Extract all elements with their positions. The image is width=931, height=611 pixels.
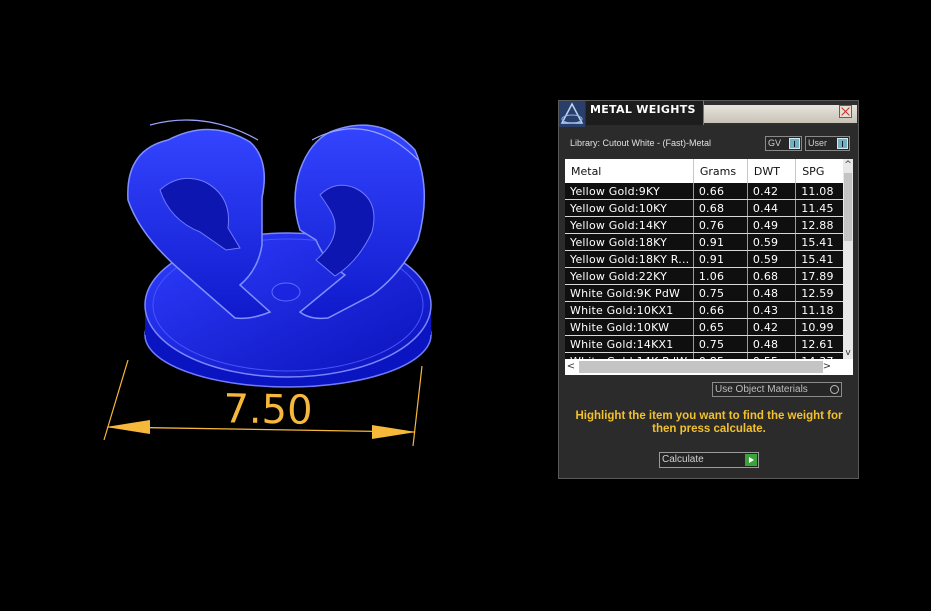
header-dwt[interactable]: DWT <box>747 159 797 183</box>
cell-metal: Yellow Gold:9KY <box>565 183 694 200</box>
gv-toggle[interactable]: GV <box>765 136 802 151</box>
cell-dwt: 0.44 <box>747 199 797 217</box>
horizontal-scroll-thumb[interactable] <box>579 361 823 373</box>
vertical-scroll-thumb[interactable] <box>844 173 852 241</box>
header-metal[interactable]: Metal <box>565 159 694 183</box>
use-object-materials-label: Use Object Materials <box>715 384 808 395</box>
scroll-up-icon[interactable]: ^ <box>844 160 852 170</box>
cell-dwt: 0.49 <box>747 216 797 234</box>
cell-metal: Yellow Gold:22KY <box>565 267 694 285</box>
cell-metal: White Gold:10KX1 <box>565 301 694 319</box>
table-row[interactable]: Yellow Gold:18KY 0.91 0.59 15.41 <box>565 233 853 251</box>
cell-dwt: 0.48 <box>747 284 797 302</box>
table-row[interactable]: White Gold:10KX1 0.66 0.43 11.18 <box>565 301 853 319</box>
table-row[interactable]: White Gold:10KW 0.65 0.42 10.99 <box>565 318 853 336</box>
app-logo-icon <box>559 101 585 127</box>
cell-metal: White Gold:14KX1 <box>565 335 694 353</box>
table-row[interactable]: Yellow Gold:22KY 1.06 0.68 17.89 <box>565 267 853 285</box>
user-toggle-icon[interactable] <box>837 138 848 149</box>
cell-dwt: 0.68 <box>747 267 797 285</box>
scroll-down-icon[interactable]: v <box>844 348 852 358</box>
horizontal-scrollbar[interactable]: < > <box>565 359 853 375</box>
cell-dwt: 0.42 <box>747 183 797 200</box>
cell-metal: Yellow Gold:10KY <box>565 199 694 217</box>
user-toggle[interactable]: User <box>805 136 850 151</box>
instruction-text: Highlight the item you want to find the … <box>575 410 843 435</box>
cell-metal: Yellow Gold:18KY R... <box>565 250 694 268</box>
library-label: Library: Cutout White - (Fast)-Metal <box>570 138 712 148</box>
table-header-row: Metal Grams DWT SPG <box>565 159 853 183</box>
header-grams[interactable]: Grams <box>693 159 748 183</box>
cell-dwt: 0.59 <box>747 233 797 251</box>
dimension-value: 7.50 <box>223 386 313 434</box>
use-object-materials-option[interactable]: Use Object Materials <box>712 382 842 397</box>
play-icon[interactable] <box>745 454 757 466</box>
cell-grams: 0.75 <box>693 284 748 302</box>
metal-weights-panel: METAL WEIGHTS Library: Cutout White - (F… <box>558 100 859 479</box>
cell-dwt: 0.42 <box>747 318 797 336</box>
cell-grams: 0.75 <box>693 335 748 353</box>
radio-icon[interactable] <box>830 385 839 394</box>
scroll-left-icon[interactable]: < <box>565 359 577 375</box>
cell-grams: 0.91 <box>693 250 748 268</box>
table-row[interactable]: Yellow Gold:14KY 0.76 0.49 12.88 <box>565 216 853 234</box>
panel-titlebar[interactable]: METAL WEIGHTS <box>559 101 858 127</box>
table-row[interactable]: White Gold:9K PdW 0.75 0.48 12.59 <box>565 284 853 302</box>
cell-metal: Yellow Gold:18KY <box>565 233 694 251</box>
cell-dwt: 0.59 <box>747 250 797 268</box>
table-row[interactable]: Yellow Gold:18KY R... 0.91 0.59 15.41 <box>565 250 853 268</box>
gv-toggle-icon[interactable] <box>789 138 800 149</box>
cell-grams: 0.66 <box>693 183 748 200</box>
cell-grams: 0.91 <box>693 233 748 251</box>
titlebar-fill <box>704 105 857 123</box>
calculate-label: Calculate <box>662 454 704 465</box>
user-label: User <box>808 138 828 148</box>
scroll-right-icon[interactable]: > <box>821 359 833 375</box>
panel-title-tab: METAL WEIGHTS <box>586 101 704 125</box>
panel-title: METAL WEIGHTS <box>590 103 696 116</box>
table-row[interactable]: Yellow Gold:10KY 0.68 0.44 11.45 <box>565 199 853 217</box>
cell-metal: White Gold:9K PdW <box>565 284 694 302</box>
close-icon[interactable] <box>839 105 852 118</box>
cell-grams: 1.06 <box>693 267 748 285</box>
vertical-scrollbar[interactable]: ^ v <box>843 159 853 359</box>
cell-grams: 0.66 <box>693 301 748 319</box>
cell-dwt: 0.48 <box>747 335 797 353</box>
cell-dwt: 0.43 <box>747 301 797 319</box>
cell-grams: 0.76 <box>693 216 748 234</box>
table-row[interactable]: Yellow Gold:9KY 0.66 0.42 11.08 <box>565 183 853 200</box>
gv-label: GV <box>768 138 782 148</box>
table-row[interactable]: White Gold:14KX1 0.75 0.48 12.61 <box>565 335 853 353</box>
cell-metal: White Gold:10KW <box>565 318 694 336</box>
cell-metal: Yellow Gold:14KY <box>565 216 694 234</box>
metal-table: Metal Grams DWT SPG Yellow Gold:9KY 0.66 0… <box>565 159 853 375</box>
calculate-button[interactable]: Calculate <box>659 452 759 468</box>
cell-grams: 0.68 <box>693 199 748 217</box>
cell-grams: 0.65 <box>693 318 748 336</box>
